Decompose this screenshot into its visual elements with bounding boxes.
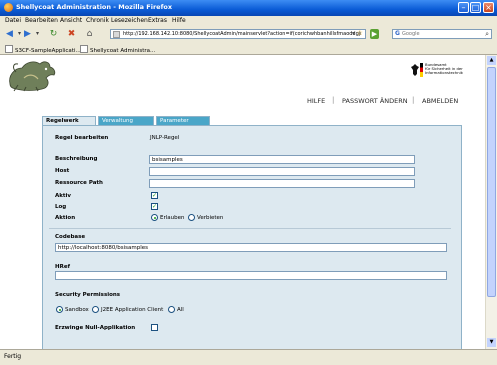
tab-parameter[interactable]: Parameter — [156, 116, 210, 125]
address-bar[interactable]: http://192.168.142.10:8080/ShellycoatAdm… — [110, 29, 366, 39]
action-allow-label: Erlauben — [160, 215, 185, 221]
home-icon[interactable]: ⌂ — [84, 29, 95, 40]
vertical-scrollbar[interactable]: ▲ ▼ — [485, 55, 497, 349]
description-label: Beschreibung — [55, 156, 98, 162]
menu-bearbeiten[interactable]: Bearbeiten — [25, 17, 58, 24]
resource-path-input[interactable] — [149, 179, 415, 188]
codebase-input[interactable]: http://localhost:8080/bsisamples — [55, 243, 447, 252]
federal-eagle-icon — [411, 64, 419, 76]
forward-dropdown-icon[interactable]: ▾ — [32, 29, 43, 40]
perm-all-label: All — [177, 307, 184, 313]
reload-icon[interactable]: ↻ — [48, 29, 59, 40]
action-deny-label: Verbieten — [197, 215, 224, 221]
go-button[interactable]: ▶ — [370, 29, 379, 39]
tab-regelwerk[interactable]: Regelwerk — [42, 116, 96, 125]
host-label: Host — [55, 168, 70, 174]
bookmark-page-icon — [80, 45, 88, 53]
edit-rule-label: Regel bearbeiten — [55, 135, 109, 141]
security-permissions-label: Security Permissions — [55, 292, 121, 298]
perm-sandbox-radio[interactable] — [56, 306, 63, 313]
bsi-line: Informationstechnik — [425, 70, 463, 75]
scroll-down-icon[interactable]: ▼ — [487, 338, 496, 347]
stop-icon[interactable]: ✖ — [66, 29, 77, 40]
maximize-button[interactable]: □ — [470, 2, 481, 13]
bookmark-item[interactable]: S3CF-SampleApplicati... — [5, 45, 81, 54]
bookmark-item[interactable]: Shellycoat Administra... — [80, 45, 155, 54]
address-url[interactable]: http://192.168.142.10:8080/ShellycoatAdm… — [123, 31, 361, 37]
menu-ansicht[interactable]: Ansicht — [60, 17, 82, 24]
bookmarks-toolbar: S3CF-SampleApplicati... Shellycoat Admin… — [0, 43, 497, 55]
action-deny-radio[interactable] — [188, 214, 195, 221]
scrollbar-thumb[interactable] — [487, 67, 496, 297]
menu-hilfe[interactable]: Hilfe — [172, 17, 186, 24]
close-button[interactable]: × — [483, 2, 494, 13]
bookmark-page-icon — [5, 45, 13, 53]
menu-bar: Datei Bearbeiten Ansicht Chronik Lesezei… — [0, 16, 497, 26]
active-checkbox[interactable]: ✓ — [151, 192, 158, 199]
force-null-app-checkbox[interactable] — [151, 324, 158, 331]
log-label: Log — [55, 204, 67, 210]
menu-chronik[interactable]: Chronik — [86, 17, 109, 24]
search-input[interactable] — [402, 30, 480, 38]
google-icon: G — [395, 30, 400, 37]
logout-link[interactable]: ABMELDEN — [422, 97, 458, 105]
minimize-button[interactable]: – — [458, 2, 469, 13]
resource-path-label: Ressource Path — [55, 180, 103, 186]
bsi-logo: Bundesamt für Sicherheit in der Informat… — [411, 63, 471, 89]
action-label: Aktion — [55, 215, 76, 221]
perm-j2ee-radio[interactable] — [92, 306, 99, 313]
status-bar: Fertig — [0, 349, 497, 365]
section-divider — [49, 228, 451, 229]
host-input[interactable] — [149, 167, 415, 176]
href-label: HRef — [55, 264, 70, 270]
perm-sandbox-label: Sandbox — [65, 307, 89, 313]
status-text: Fertig — [4, 353, 22, 360]
nav-separator: | — [412, 96, 415, 104]
action-allow-radio[interactable] — [151, 214, 158, 221]
perm-j2ee-label: J2EE Application Client — [101, 307, 164, 313]
change-password-link[interactable]: PASSWORT ÄNDERN — [342, 97, 408, 105]
search-box[interactable]: G ⌕ — [392, 29, 492, 39]
bookmark-star-icon[interactable]: ☆ — [357, 29, 363, 37]
help-link[interactable]: HILFE — [307, 97, 325, 105]
window-title: Shellycoat Administration - Mozilla Fire… — [16, 3, 173, 11]
tab-verwaltung[interactable]: Verwaltung — [98, 116, 154, 125]
page-favicon-icon — [113, 31, 120, 38]
window-title-bar: Shellycoat Administration - Mozilla Fire… — [0, 0, 497, 16]
menu-extras[interactable]: Extras — [148, 17, 167, 24]
edit-rule-value: JNLP-Regel — [150, 135, 180, 141]
codebase-label: Codebase — [55, 234, 86, 240]
firefox-icon — [4, 3, 13, 12]
search-icon[interactable]: ⌕ — [485, 30, 489, 38]
perm-all-radio[interactable] — [168, 306, 175, 313]
menu-datei[interactable]: Datei — [5, 17, 21, 24]
active-label: Aktiv — [55, 193, 72, 199]
force-null-app-label: Erzwinge Null-Applikation — [55, 325, 136, 331]
page-content: Bundesamt für Sicherheit in der Informat… — [0, 55, 485, 349]
nav-separator: | — [332, 96, 335, 104]
url-history-dropdown-icon[interactable]: ▾ — [352, 30, 355, 37]
german-flag-icon — [420, 63, 423, 77]
scroll-up-icon[interactable]: ▲ — [487, 56, 496, 65]
description-input[interactable]: bsisamples — [149, 155, 415, 164]
href-input[interactable] — [55, 271, 447, 280]
shellycoat-dragon-logo — [9, 61, 56, 92]
menu-lesezeichen[interactable]: Lesezeichen — [111, 17, 148, 24]
log-checkbox[interactable]: ✓ — [151, 203, 158, 210]
